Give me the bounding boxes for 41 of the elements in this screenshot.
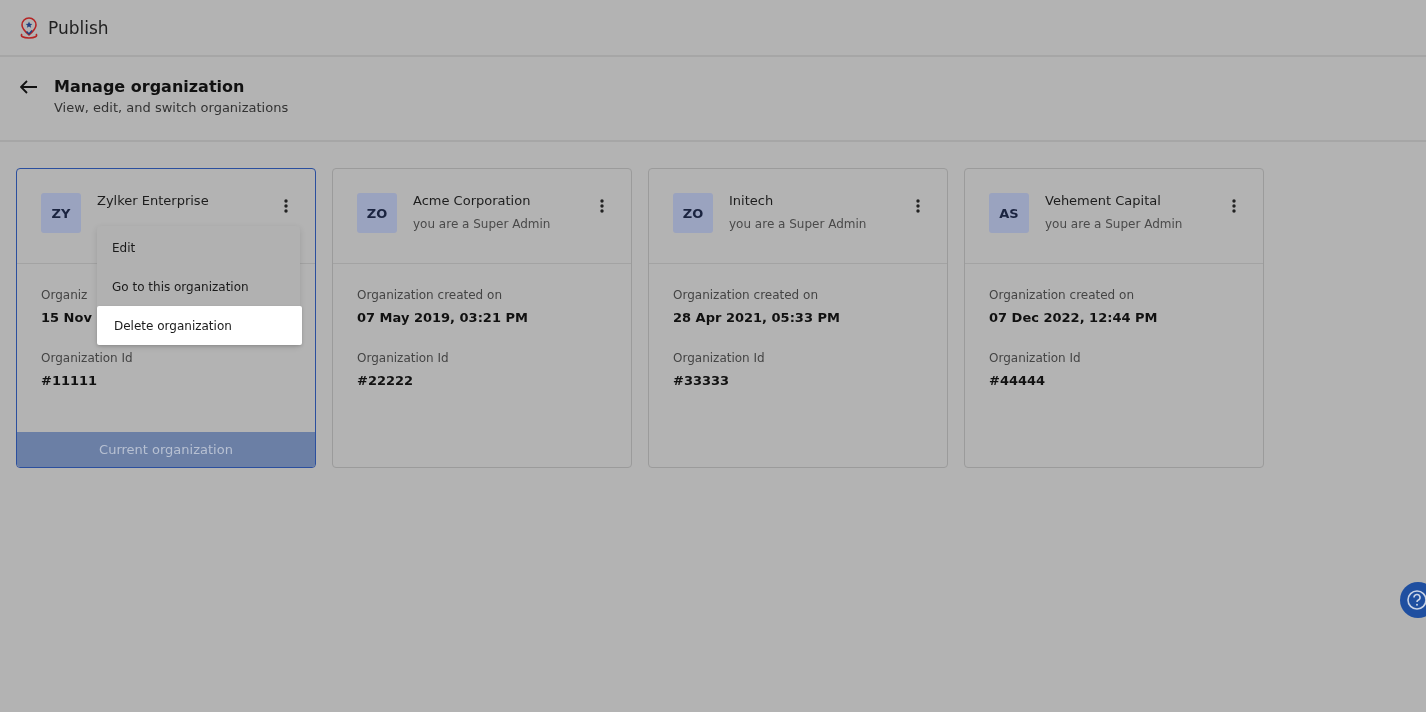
role-text: you are a Super Admin [413,217,552,231]
organization-name: Acme Corporation [413,193,532,208]
organization-avatar: ZO [357,193,397,233]
more-options-icon[interactable] [281,197,291,215]
menu-item[interactable]: Go to this organization [97,267,300,306]
menu-item[interactable]: Edit [97,228,300,267]
created-date: 07 May 2019, 03:21 PM [357,310,528,325]
app-title: Publish [48,17,109,38]
created-label: Organization created on [357,288,502,302]
organization-avatar: ZO [673,193,713,233]
organization-id: #11111 [41,373,98,388]
organization-id: #33333 [673,373,730,388]
menu-item[interactable]: Delete organization [97,306,302,345]
organization-name: Initech [729,193,775,208]
id-label: Organization Id [357,351,449,365]
created-label: Organization created on [989,288,1134,302]
created-date: 07 Dec 2022, 12:44 PM [989,310,1158,325]
created-date: 28 Apr 2021, 05:33 PM [673,310,840,325]
id-label: Organization Id [989,351,1081,365]
page-title: Manage organization [54,77,246,96]
organization-name: Zylker Enterprise [97,193,210,208]
current-organization-bar: Current organization [17,432,315,467]
role-text: you are a Super Admin [1045,217,1184,231]
organization-id: #22222 [357,373,414,388]
more-options-icon[interactable] [913,197,923,215]
role-text: you are a Super Admin [729,217,868,231]
organization-name: Vehement Capital [1045,193,1162,208]
help-button[interactable] [1400,582,1426,618]
page-subtitle: View, edit, and switch organizations [54,100,289,115]
back-button[interactable] [20,80,38,94]
organization-avatar: AS [989,193,1029,233]
created-label: Organization created on [673,288,818,302]
id-label: Organization Id [41,351,133,365]
created-label: Organiz [41,288,88,302]
created-date: 15 Nov [41,310,92,325]
logo-icon [18,15,40,40]
organization-id: #44444 [989,373,1046,388]
organization-avatar: ZY [41,193,81,233]
id-label: Organization Id [673,351,765,365]
more-options-icon[interactable] [597,197,607,215]
more-options-icon[interactable] [1229,197,1239,215]
